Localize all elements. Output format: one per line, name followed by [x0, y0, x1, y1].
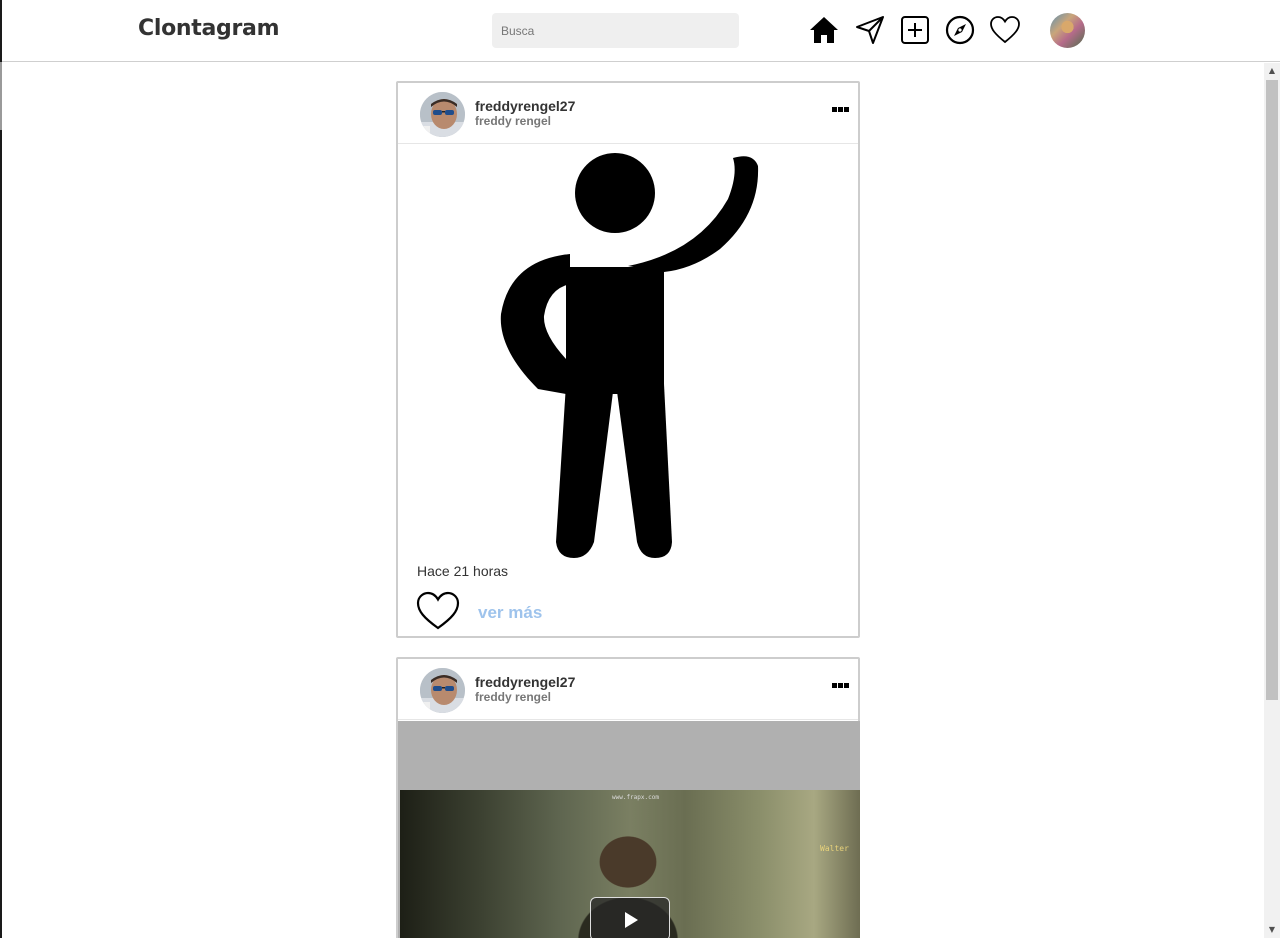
home-icon[interactable]	[808, 14, 840, 46]
feed: freddyrengel27 freddy rengel Hace 21 hor…	[2, 63, 1264, 938]
post-username[interactable]: freddyrengel27	[475, 674, 575, 690]
post-timestamp: Hace 21 horas	[417, 563, 509, 579]
profile-avatar[interactable]	[1050, 13, 1085, 48]
top-navbar: Clontagram	[2, 0, 1280, 62]
post-username[interactable]: freddyrengel27	[475, 98, 575, 114]
post-header: freddyrengel27 freddy rengel	[398, 83, 858, 144]
video-watermark: www.frapx.com	[612, 794, 659, 801]
add-post-icon[interactable]	[899, 14, 931, 46]
post-video[interactable]: www.frapx.com Walter	[398, 721, 860, 938]
explore-icon[interactable]	[944, 14, 976, 46]
scroll-up-icon[interactable]: ▲	[1264, 63, 1280, 79]
post-card: freddyrengel27 freddy rengel Hace 21 hor…	[396, 81, 860, 638]
search-input[interactable]	[492, 13, 739, 48]
more-options-icon[interactable]	[832, 675, 854, 689]
send-icon[interactable]	[854, 14, 886, 46]
avatar[interactable]	[420, 668, 465, 713]
heart-icon[interactable]	[989, 14, 1021, 46]
video-caption: Walter	[820, 844, 849, 853]
like-heart-icon[interactable]	[416, 591, 460, 631]
post-image	[398, 144, 858, 564]
more-options-icon[interactable]	[832, 99, 854, 113]
scroll-down-icon[interactable]: ▼	[1264, 922, 1280, 938]
post-fullname: freddy rengel	[475, 114, 552, 128]
post-header: freddyrengel27 freddy rengel	[398, 659, 858, 720]
avatar[interactable]	[420, 92, 465, 137]
brand-logo[interactable]: Clontagram	[138, 16, 280, 41]
play-icon	[625, 912, 638, 928]
video-frame: www.frapx.com Walter	[400, 790, 860, 938]
scroll-thumb[interactable]	[1266, 80, 1278, 700]
post-card: freddyrengel27 freddy rengel www.frapx.c…	[396, 657, 860, 938]
play-button[interactable]	[590, 897, 670, 938]
ver-mas-link[interactable]: ver más	[478, 603, 542, 623]
page-scrollbar[interactable]: ▲ ▼	[1264, 63, 1280, 938]
post-fullname: freddy rengel	[475, 690, 552, 704]
